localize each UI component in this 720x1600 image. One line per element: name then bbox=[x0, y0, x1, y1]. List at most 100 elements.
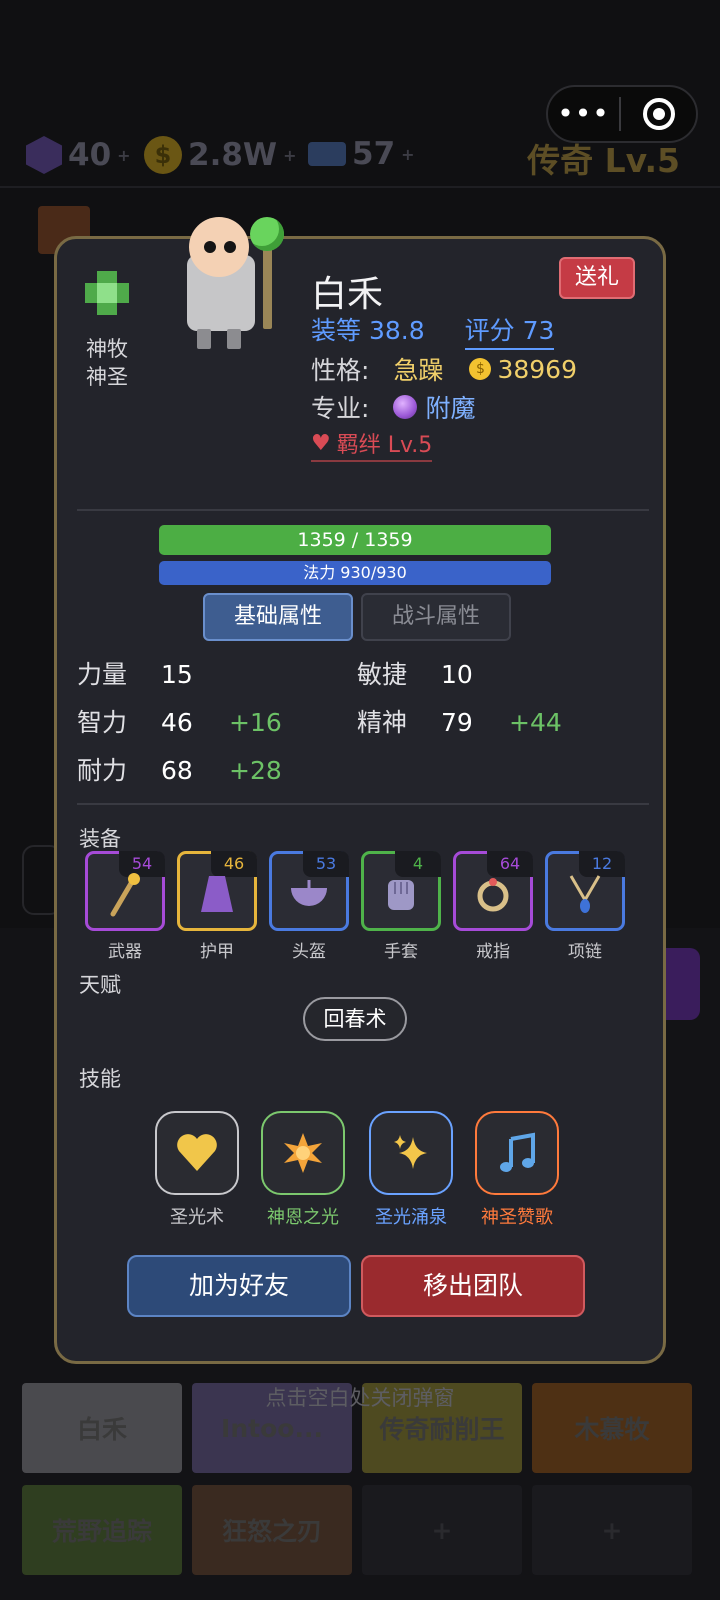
temper-label: 性格: bbox=[311, 356, 370, 385]
stat-bonus: +16 bbox=[229, 708, 282, 737]
mini-program-capsule: ••• bbox=[546, 85, 698, 143]
gear-line: 装等 38.8 评分 73 bbox=[311, 311, 555, 350]
skill-caption: 神恩之光 bbox=[267, 1207, 339, 1228]
add-friend-button[interactable]: 加为好友 bbox=[127, 1255, 351, 1317]
divider bbox=[77, 803, 649, 805]
heart-icon bbox=[177, 1134, 217, 1171]
target-icon bbox=[642, 98, 675, 130]
music-icon bbox=[500, 1132, 535, 1172]
hero-name: 白禾 bbox=[311, 274, 384, 315]
gem-count: 40 bbox=[68, 137, 112, 173]
stat-bonus: +44 bbox=[509, 708, 562, 737]
sparkle-icon bbox=[394, 1135, 427, 1169]
temper-value: 急躁 bbox=[393, 356, 444, 385]
divider bbox=[77, 509, 649, 511]
stat-strength: 力量 15 bbox=[77, 655, 229, 691]
equip-caption: 戒指 bbox=[476, 942, 510, 962]
stat-bonus: +28 bbox=[229, 756, 282, 785]
stat-value: 79 bbox=[441, 708, 473, 737]
equip-caption: 项链 bbox=[568, 942, 602, 962]
stat-stamina: 耐力 68 +28 bbox=[77, 751, 282, 787]
item-level: 53 bbox=[303, 851, 349, 877]
equip-slot-gloves[interactable]: 4 bbox=[361, 851, 441, 931]
equip-slot-armor[interactable]: 46 bbox=[177, 851, 257, 931]
profession-label: 专业: bbox=[311, 394, 370, 423]
tab-battle-attributes[interactable]: 战斗属性 bbox=[361, 593, 511, 641]
equip-slot-helmet[interactable]: 53 bbox=[269, 851, 349, 931]
helmet-icon bbox=[291, 879, 327, 906]
empty-team-slot[interactable]: + bbox=[362, 1485, 522, 1575]
gold-add[interactable]: + bbox=[283, 146, 296, 165]
close-program-button[interactable] bbox=[621, 98, 696, 130]
more-menu-icon[interactable]: ••• bbox=[548, 89, 619, 139]
class-spec: 神牧 bbox=[86, 337, 128, 361]
remove-from-team-button[interactable]: 移出团队 bbox=[361, 1255, 585, 1317]
rating-link[interactable]: 评分 73 bbox=[464, 311, 555, 350]
skill-caption: 圣光术 bbox=[170, 1207, 224, 1228]
gear-score: 装等 38.8 bbox=[311, 316, 425, 345]
team-slot[interactable]: 荒野追踪 bbox=[22, 1485, 182, 1575]
stat-intellect: 智力 46 +16 bbox=[77, 703, 282, 739]
hp-bar: 1359 / 1359 bbox=[159, 525, 551, 555]
skill-holy-fountain[interactable] bbox=[369, 1111, 453, 1195]
stat-value: 10 bbox=[441, 660, 473, 689]
hero-gold: 38969 bbox=[497, 354, 577, 384]
skill-caption: 圣光涌泉 bbox=[375, 1207, 447, 1228]
gold-count: 2.8W bbox=[188, 137, 278, 173]
equip-slot-ring[interactable]: 64 bbox=[453, 851, 533, 931]
ticket-icon bbox=[308, 142, 346, 166]
equip-slot-necklace[interactable]: 12 bbox=[545, 851, 625, 931]
stat-value: 46 bbox=[161, 708, 193, 737]
equip-slot-weapon[interactable]: 54 bbox=[85, 851, 165, 931]
equip-caption: 头盔 bbox=[292, 942, 326, 962]
profession-row: 专业: 附魔 bbox=[311, 389, 475, 425]
skill-holy-light[interactable] bbox=[155, 1111, 239, 1195]
crystal-ball-icon bbox=[393, 395, 418, 419]
gold-coin-icon: $ bbox=[144, 136, 182, 174]
stat-value: 15 bbox=[161, 660, 193, 689]
class-name: 神牧 神圣 bbox=[69, 335, 145, 391]
skills-heading: 技能 bbox=[79, 1067, 121, 1091]
staff-orb bbox=[250, 217, 284, 251]
ticket-add[interactable]: + bbox=[401, 145, 414, 164]
temper-row: 性格: 急躁 $ 38969 bbox=[311, 351, 577, 387]
tab-base-attributes[interactable]: 基础属性 bbox=[203, 593, 353, 641]
coin-icon: $ bbox=[469, 358, 492, 380]
gold-counter: $ 2.8W + bbox=[144, 136, 297, 174]
mana-bar: 法力 930/930 bbox=[159, 561, 551, 585]
avatar-head bbox=[189, 217, 249, 277]
stat-spirit: 精神 79 +44 bbox=[357, 703, 562, 739]
robe-icon bbox=[201, 875, 233, 912]
talent-chip[interactable]: 回春术 bbox=[303, 997, 407, 1041]
stat-label: 耐力 bbox=[77, 756, 128, 785]
necklace-icon bbox=[569, 875, 601, 913]
burst-icon bbox=[284, 1133, 322, 1173]
wand-icon bbox=[110, 872, 140, 917]
stat-agility: 敏捷 10 bbox=[357, 655, 509, 691]
class-cross-icon bbox=[85, 271, 129, 315]
close-hint: 点击空白处关闭弹窗 bbox=[265, 1386, 455, 1410]
empty-team-slot[interactable]: + bbox=[532, 1485, 692, 1575]
stat-label: 力量 bbox=[77, 660, 128, 689]
profession-value: 附魔 bbox=[425, 394, 476, 423]
equip-caption: 护甲 bbox=[200, 942, 234, 962]
class-school: 神圣 bbox=[86, 365, 128, 389]
talent-heading: 天赋 bbox=[79, 973, 121, 997]
heart-icon: ♥ bbox=[311, 430, 331, 456]
skill-divine-grace[interactable] bbox=[261, 1111, 345, 1195]
team-slot[interactable]: 狂怒之刃 bbox=[192, 1485, 352, 1575]
equip-caption: 武器 bbox=[108, 942, 142, 962]
gem-counter: 40 + bbox=[26, 136, 131, 174]
bond-link[interactable]: ♥ 羁绊 Lv.5 bbox=[311, 427, 433, 462]
stat-label: 敏捷 bbox=[357, 660, 408, 689]
glove-icon bbox=[388, 879, 414, 910]
gem-add[interactable]: + bbox=[117, 146, 130, 165]
skill-caption: 神圣赞歌 bbox=[481, 1207, 553, 1228]
ticket-counter: 57 + bbox=[308, 136, 415, 172]
stat-label: 精神 bbox=[357, 708, 408, 737]
character-detail-modal: 神牧 神圣 白禾 送礼 装等 38.8 评分 73 性格: 急躁 $ 38969… bbox=[54, 217, 666, 1364]
send-gift-button[interactable]: 送礼 bbox=[559, 257, 635, 299]
gem-icon bbox=[26, 136, 62, 174]
skill-holy-hymn[interactable] bbox=[475, 1111, 559, 1195]
stat-label: 智力 bbox=[77, 708, 128, 737]
